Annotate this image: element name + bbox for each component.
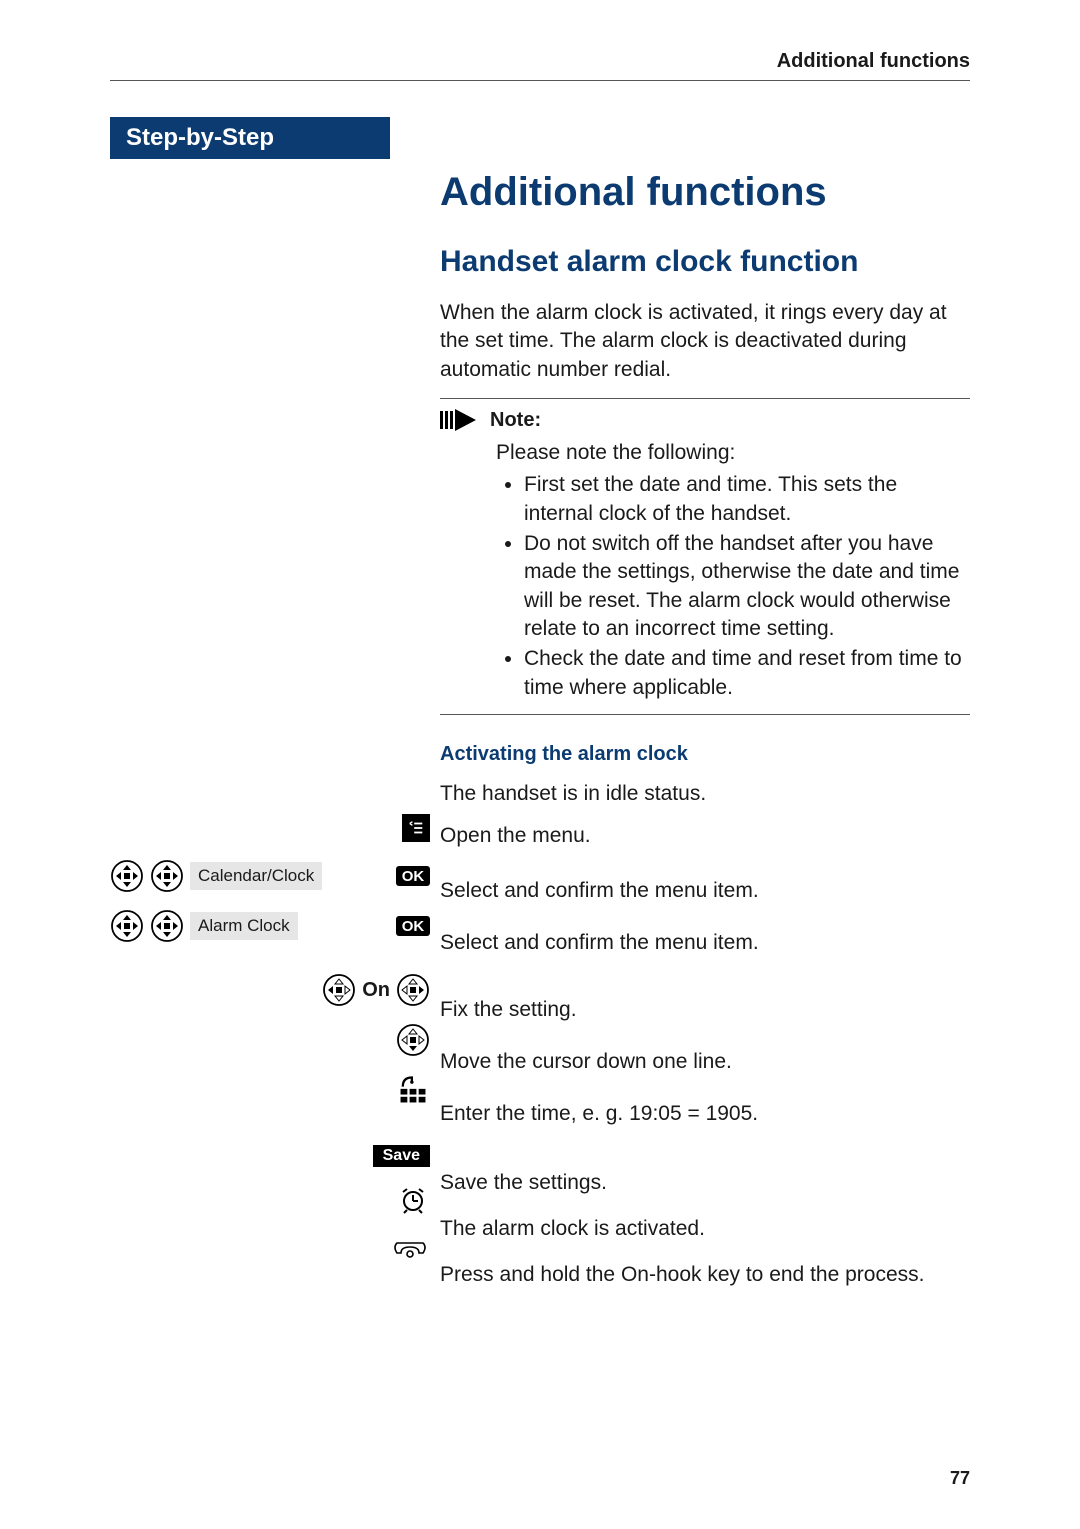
step-row-on: On: [110, 970, 430, 1010]
step-text: Move the cursor down one line.: [440, 1048, 970, 1076]
step-text: The alarm clock is activated.: [440, 1215, 970, 1243]
page-title: Additional functions: [440, 170, 970, 215]
nav-left-icon: [322, 973, 356, 1007]
step-text: Enter the time, e. g. 19:05 = 1905.: [440, 1100, 970, 1128]
note-arrow-icon: [440, 407, 480, 433]
header-divider: [110, 80, 970, 81]
nav-key-icon: [150, 909, 184, 943]
main-column: Additional functions Handset alarm clock…: [440, 160, 970, 1298]
menu-item-alarm-clock: Alarm Clock: [190, 912, 298, 940]
on-label: On: [362, 979, 390, 1002]
note-label: Note:: [490, 409, 541, 432]
step-text: Select and confirm the menu item.: [440, 877, 970, 905]
page-number: 77: [950, 1468, 970, 1489]
step-row-cursor-down: [110, 1020, 430, 1060]
intro-paragraph: When the alarm clock is activated, it ri…: [440, 299, 970, 384]
alarm-clock-icon: [396, 1183, 430, 1217]
note-lead: Please note the following:: [496, 439, 970, 467]
step-row-alarm-activated: [110, 1180, 430, 1220]
nav-down-icon: [396, 1023, 430, 1057]
ok-button-icon: OK: [396, 866, 430, 886]
note-bullet: Check the date and time and reset from t…: [524, 645, 970, 702]
step-text: Fix the setting.: [440, 996, 970, 1024]
on-hook-key-icon: [390, 1233, 430, 1259]
step-text: Select and confirm the menu item.: [440, 929, 970, 957]
section-subtitle: Handset alarm clock function: [440, 245, 970, 279]
note-box: Note: Please note the following: First s…: [440, 398, 970, 715]
step-text: Open the menu.: [440, 822, 970, 850]
step-text: Press and hold the On-hook key to end th…: [440, 1261, 970, 1289]
save-button-icon: Save: [373, 1145, 430, 1167]
sidebar-step-label: Step-by-Step: [110, 117, 390, 159]
sidebar-column: Calendar/Clock OK Alarm Clock OK On: [110, 160, 430, 1459]
step-row-alarm-clock: Alarm Clock OK: [110, 906, 430, 946]
keypad-icon: [396, 1073, 430, 1107]
step-icon-menu: [110, 808, 430, 848]
nav-key-icon: [150, 859, 184, 893]
menu-icon: [402, 814, 430, 842]
note-body: Please note the following: First set the…: [496, 439, 970, 702]
note-bullet: First set the date and time. This sets t…: [524, 471, 970, 528]
nav-key-icon: [110, 859, 144, 893]
running-header: Additional functions: [777, 50, 970, 73]
step-text: Save the settings.: [440, 1169, 970, 1197]
note-bullet: Do not switch off the handset after you …: [524, 530, 970, 643]
step-row-calendar-clock: Calendar/Clock OK: [110, 856, 430, 896]
step-row-save: Save: [110, 1136, 430, 1176]
nav-right-icon: [396, 973, 430, 1007]
idle-status-text: The handset is in idle status.: [440, 780, 970, 808]
menu-item-calendar-clock: Calendar/Clock: [190, 862, 322, 890]
step-row-onhook: [110, 1226, 430, 1266]
activating-heading: Activating the alarm clock: [440, 743, 970, 766]
nav-key-icon: [110, 909, 144, 943]
document-page: Additional functions Step-by-Step Calend…: [0, 0, 1080, 1529]
step-row-keypad: [110, 1070, 430, 1110]
ok-button-icon: OK: [396, 916, 430, 936]
